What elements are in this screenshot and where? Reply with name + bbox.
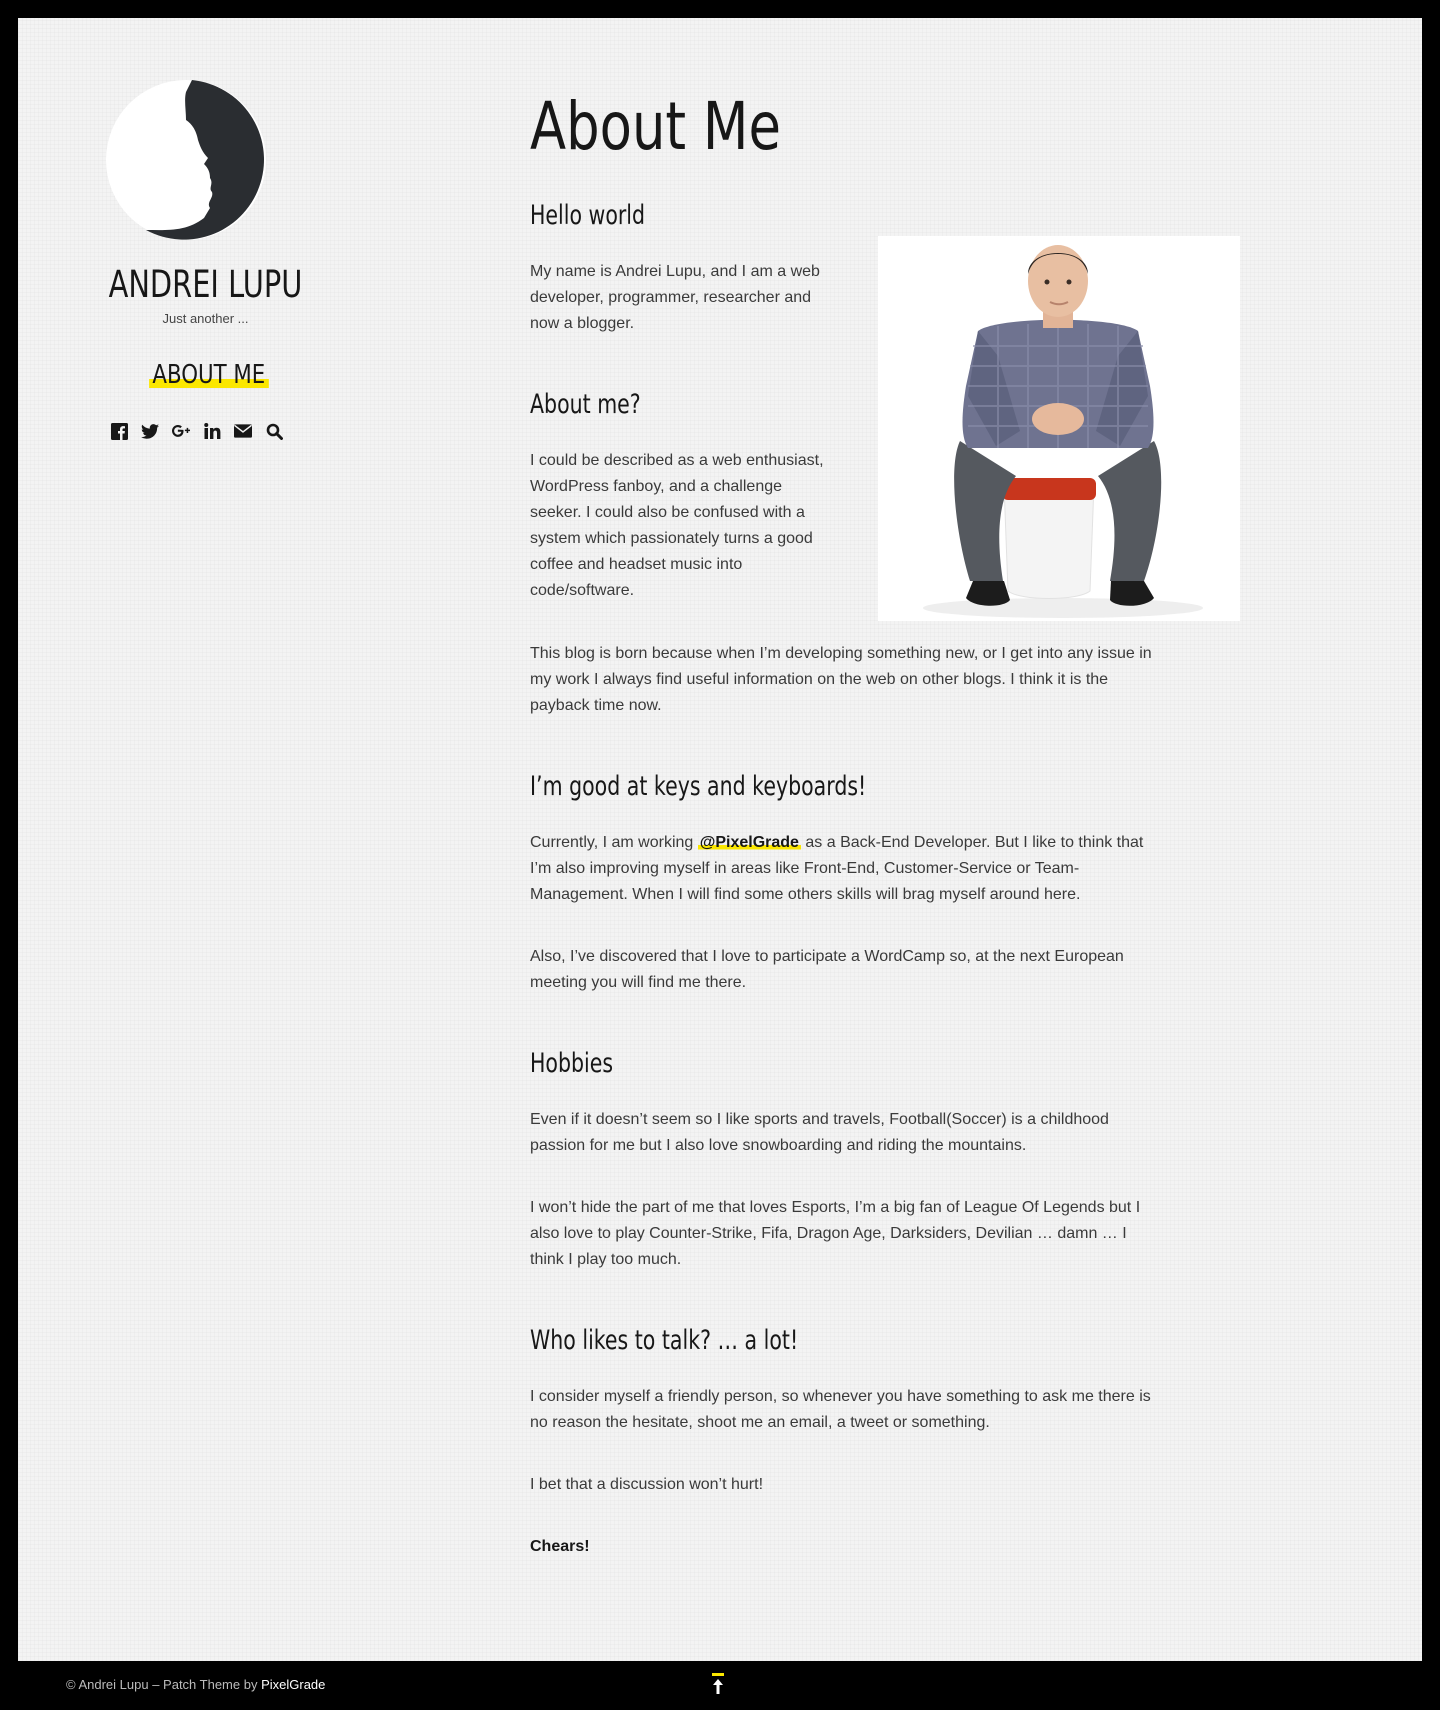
site-title[interactable]: ANDREI LUPU [106, 263, 305, 306]
footer-copyright: © Andrei Lupu – Patch Theme by [66, 1677, 262, 1692]
logo-image [106, 80, 266, 240]
hobbies-paragraph-1: Even if it doesn’t seem so I like sports… [530, 1111, 1109, 1154]
page-title: About Me [530, 88, 781, 165]
keys-paragraph-1: Currently, I am working @PixelGrade as a… [530, 830, 1160, 908]
keys-text-before: Currently, I am working [530, 834, 698, 851]
about-paragraph-2: This blog is born because when I’m devel… [530, 645, 1152, 714]
hobbies-paragraph-2: I won’t hide the part of me that loves E… [530, 1199, 1141, 1268]
footer-pixelgrade-link[interactable]: PixelGrade [261, 1677, 325, 1692]
linkedin-icon[interactable] [203, 422, 221, 440]
email-icon[interactable] [234, 422, 252, 440]
heading-hello-world: Hello world [530, 200, 646, 231]
talk-paragraph-2: I bet that a discussion won’t hurt! [530, 1476, 764, 1493]
signoff: Chears! [530, 1538, 590, 1555]
portrait-photo [878, 236, 1240, 621]
main-nav: ABOUT ME [136, 358, 269, 392]
nav-item-about-me[interactable]: ABOUT ME [149, 358, 269, 392]
social-links [110, 422, 283, 440]
pixelgrade-link[interactable]: @PixelGrade [697, 834, 801, 851]
about-paragraph-1: I could be described as a web enthusiast… [530, 452, 824, 599]
heading-who-likes-to-talk: Who likes to talk? … a lot! [530, 1325, 799, 1356]
facebook-icon[interactable] [110, 422, 128, 440]
sidebar: ANDREI LUPU Just another ... ABOUT ME [18, 18, 418, 618]
twitter-icon[interactable] [141, 422, 159, 440]
page-frame: ANDREI LUPU Just another ... ABOUT ME Ab… [18, 18, 1422, 1661]
back-to-top-icon[interactable] [711, 1673, 725, 1695]
google-plus-icon[interactable] [172, 422, 190, 440]
keys-paragraph-2: Also, I’ve discovered that I love to par… [530, 948, 1124, 991]
heading-hobbies: Hobbies [530, 1048, 614, 1079]
hello-paragraph: My name is Andrei Lupu, and I am a web d… [530, 263, 820, 332]
search-icon[interactable] [265, 422, 283, 440]
footer-credits: © Andrei Lupu – Patch Theme by PixelGrad… [66, 1677, 325, 1692]
talk-paragraph-1: I consider myself a friendly person, so … [530, 1388, 1151, 1431]
heading-about-me: About me? [530, 389, 641, 420]
heading-keys-keyboards: I’m good at keys and keyboards! [530, 771, 867, 802]
site-footer: © Andrei Lupu – Patch Theme by PixelGrad… [0, 1661, 1440, 1710]
site-tagline: Just another ... [162, 311, 249, 326]
